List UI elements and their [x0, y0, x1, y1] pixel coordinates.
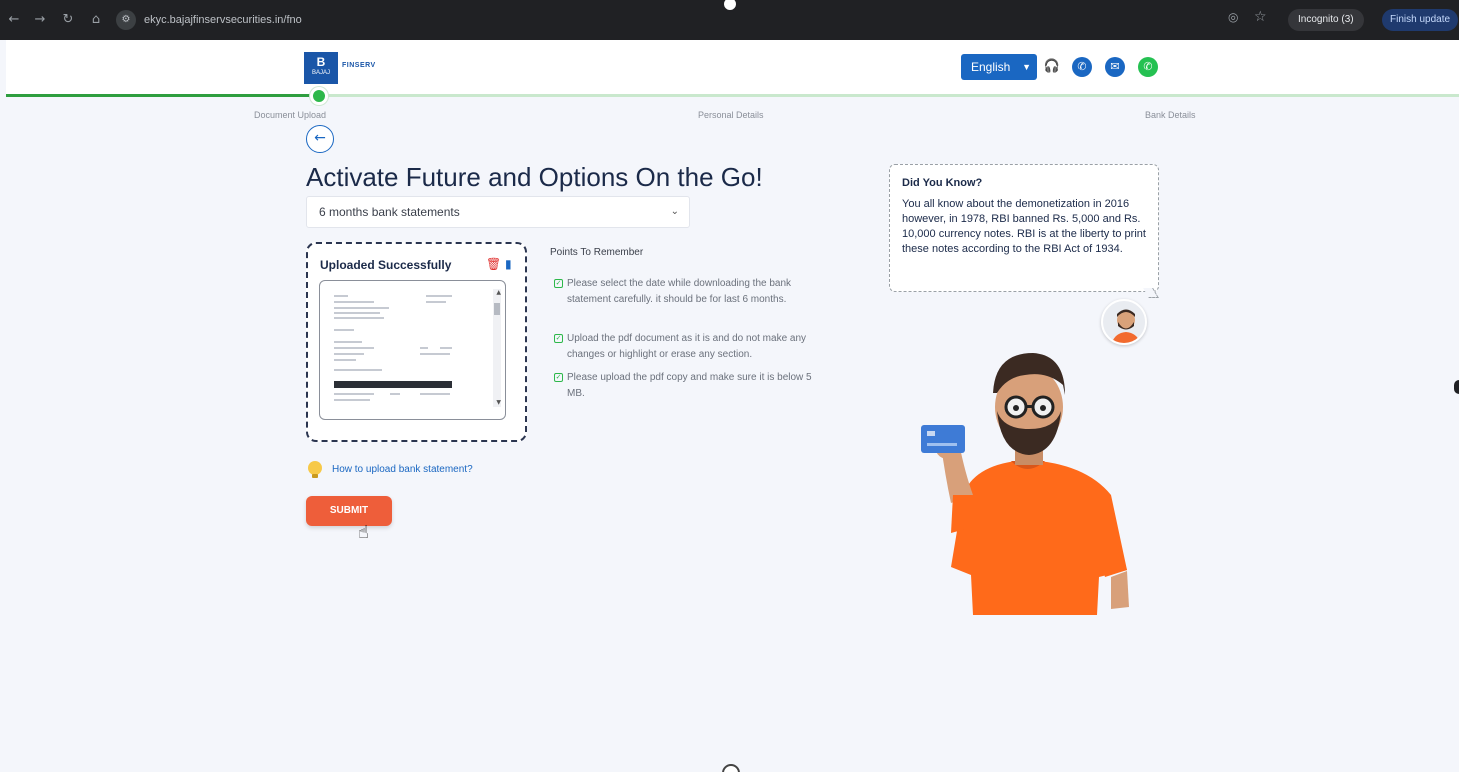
step-bank-details: Bank Details	[1145, 110, 1196, 120]
submit-button[interactable]: SUBMIT	[306, 496, 392, 526]
file-icon[interactable]: ▮	[505, 257, 512, 271]
address-bar[interactable]: ⚙ ekyc.bajajfinservsecurities.in/fno	[116, 8, 1216, 32]
window-edge-handle	[1454, 380, 1459, 394]
did-you-know-card: Did You Know? You all know about the dem…	[889, 164, 1159, 292]
chevron-down-icon: ▼	[1022, 62, 1031, 72]
whatsapp-icon[interactable]: ✆	[1138, 57, 1158, 77]
upload-card: Uploaded Successfully 🗑 ▮ ▲ ▼	[306, 242, 527, 442]
phone-icon[interactable]: ✆	[1072, 57, 1092, 77]
points-title: Points To Remember	[550, 247, 644, 258]
reload-icon[interactable]: ↻	[58, 10, 78, 30]
recording-indicator	[722, 764, 740, 772]
forward-arrow-icon[interactable]: →	[30, 10, 50, 30]
did-you-know-body: You all know about the demonetization in…	[902, 198, 1146, 255]
how-to-upload-link[interactable]: How to upload bank statement?	[332, 464, 473, 475]
mail-icon[interactable]: ✉	[1105, 57, 1125, 77]
hand-cursor-icon: ☝	[358, 522, 369, 543]
url-text: ekyc.bajajfinservsecurities.in/fno	[144, 14, 302, 26]
step-document-upload: Document Upload	[254, 110, 327, 120]
progress-fill	[6, 94, 319, 97]
did-you-know-title: Did You Know?	[902, 177, 983, 189]
list-item: ✓ Upload the pdf document as it is and d…	[554, 333, 807, 360]
progress-current-dot	[310, 87, 328, 105]
list-item: ✓ Please select the date while downloadi…	[554, 278, 792, 305]
finish-update-button[interactable]: Finish update	[1382, 9, 1459, 31]
avatar	[1101, 299, 1147, 345]
document-preview[interactable]: ▲ ▼	[319, 280, 506, 420]
browser-toolbar: ← → ↻ ⌂ ⚙ ekyc.bajajfinservsecurities.in…	[0, 0, 1459, 40]
check-icon: ✓	[554, 373, 563, 382]
document-type-select[interactable]: 6 months bank statements ⌄	[306, 196, 690, 228]
mascot-illustration	[921, 353, 1129, 615]
back-arrow-icon[interactable]: ←	[4, 10, 24, 30]
headset-icon[interactable]: 🎧	[1042, 57, 1062, 77]
logo-wordmark: FINSERV	[342, 62, 376, 69]
chevron-down-icon: ⌄	[670, 206, 679, 217]
incognito-badge[interactable]: Incognito (3)	[1288, 9, 1364, 31]
upload-status: Uploaded Successfully	[320, 258, 452, 272]
page-title: Activate Future and Options On the Go!	[306, 162, 763, 192]
step-personal-details: Personal Details	[698, 110, 764, 120]
site-header: B BAJAJ FINSERV English ▼ 🎧 ✆ ✉ ✆	[6, 40, 1459, 96]
eye-off-icon[interactable]: ◎	[1228, 10, 1238, 24]
trash-icon[interactable]: 🗑	[486, 257, 501, 271]
check-icon: ✓	[554, 334, 563, 343]
lightbulb-icon	[308, 461, 322, 478]
bajaj-logo[interactable]: B BAJAJ	[304, 52, 338, 84]
back-button[interactable]: ←	[306, 125, 334, 153]
list-item: ✓ Please upload the pdf copy and make su…	[554, 372, 812, 399]
home-icon[interactable]: ⌂	[86, 10, 106, 30]
bookmark-star-icon[interactable]: ☆	[1254, 9, 1267, 25]
check-icon: ✓	[554, 279, 563, 288]
site-info-icon[interactable]: ⚙	[116, 10, 136, 30]
language-select[interactable]: English ▼	[961, 54, 1037, 80]
